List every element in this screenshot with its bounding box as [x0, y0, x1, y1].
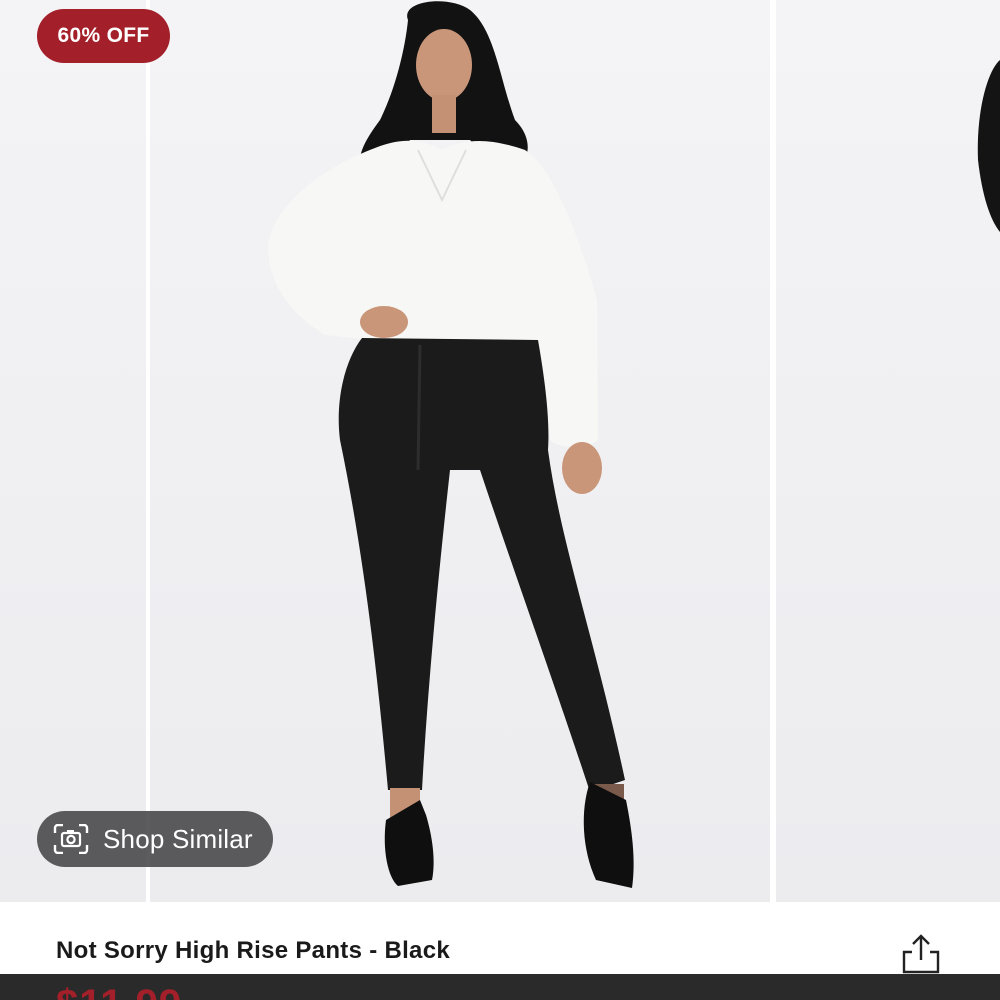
sale-price: $11.99: [56, 982, 182, 1000]
product-title: Not Sorry High Rise Pants - Black: [56, 937, 450, 964]
shop-similar-button[interactable]: Shop Similar: [37, 811, 273, 867]
share-button[interactable]: [898, 932, 944, 978]
next-product-image[interactable]: [776, 0, 1000, 902]
shop-similar-label: Shop Similar: [103, 823, 253, 854]
share-icon: [902, 934, 940, 974]
price-bar: $11.99: [0, 974, 1000, 1000]
next-image-preview: [977, 60, 1000, 232]
product-image-gallery[interactable]: 60% OFF Shop Similar: [0, 0, 1000, 902]
model-figure: [267, 1, 634, 888]
main-product-image[interactable]: [150, 0, 770, 902]
discount-badge: 60% OFF: [37, 9, 170, 63]
previous-product-image[interactable]: [0, 0, 146, 902]
camera-scan-icon: [53, 823, 89, 855]
